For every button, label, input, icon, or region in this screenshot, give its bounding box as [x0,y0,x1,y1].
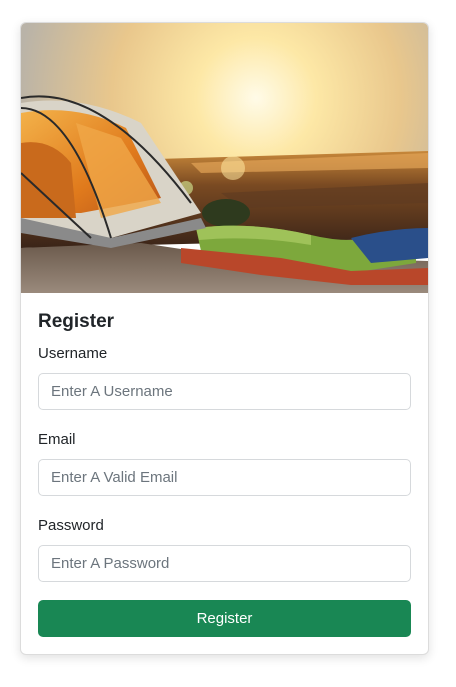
username-input[interactable] [38,373,411,410]
password-label: Password [38,517,104,534]
register-card: Register Username Email Password Registe… [20,22,429,655]
register-button[interactable]: Register [38,600,411,637]
email-label: Email [38,431,76,448]
form-title: Register [38,311,115,332]
password-input[interactable] [38,545,411,582]
camping-photo [21,23,428,293]
hero-image [21,23,428,293]
email-input[interactable] [38,459,411,496]
username-label: Username [38,345,108,362]
